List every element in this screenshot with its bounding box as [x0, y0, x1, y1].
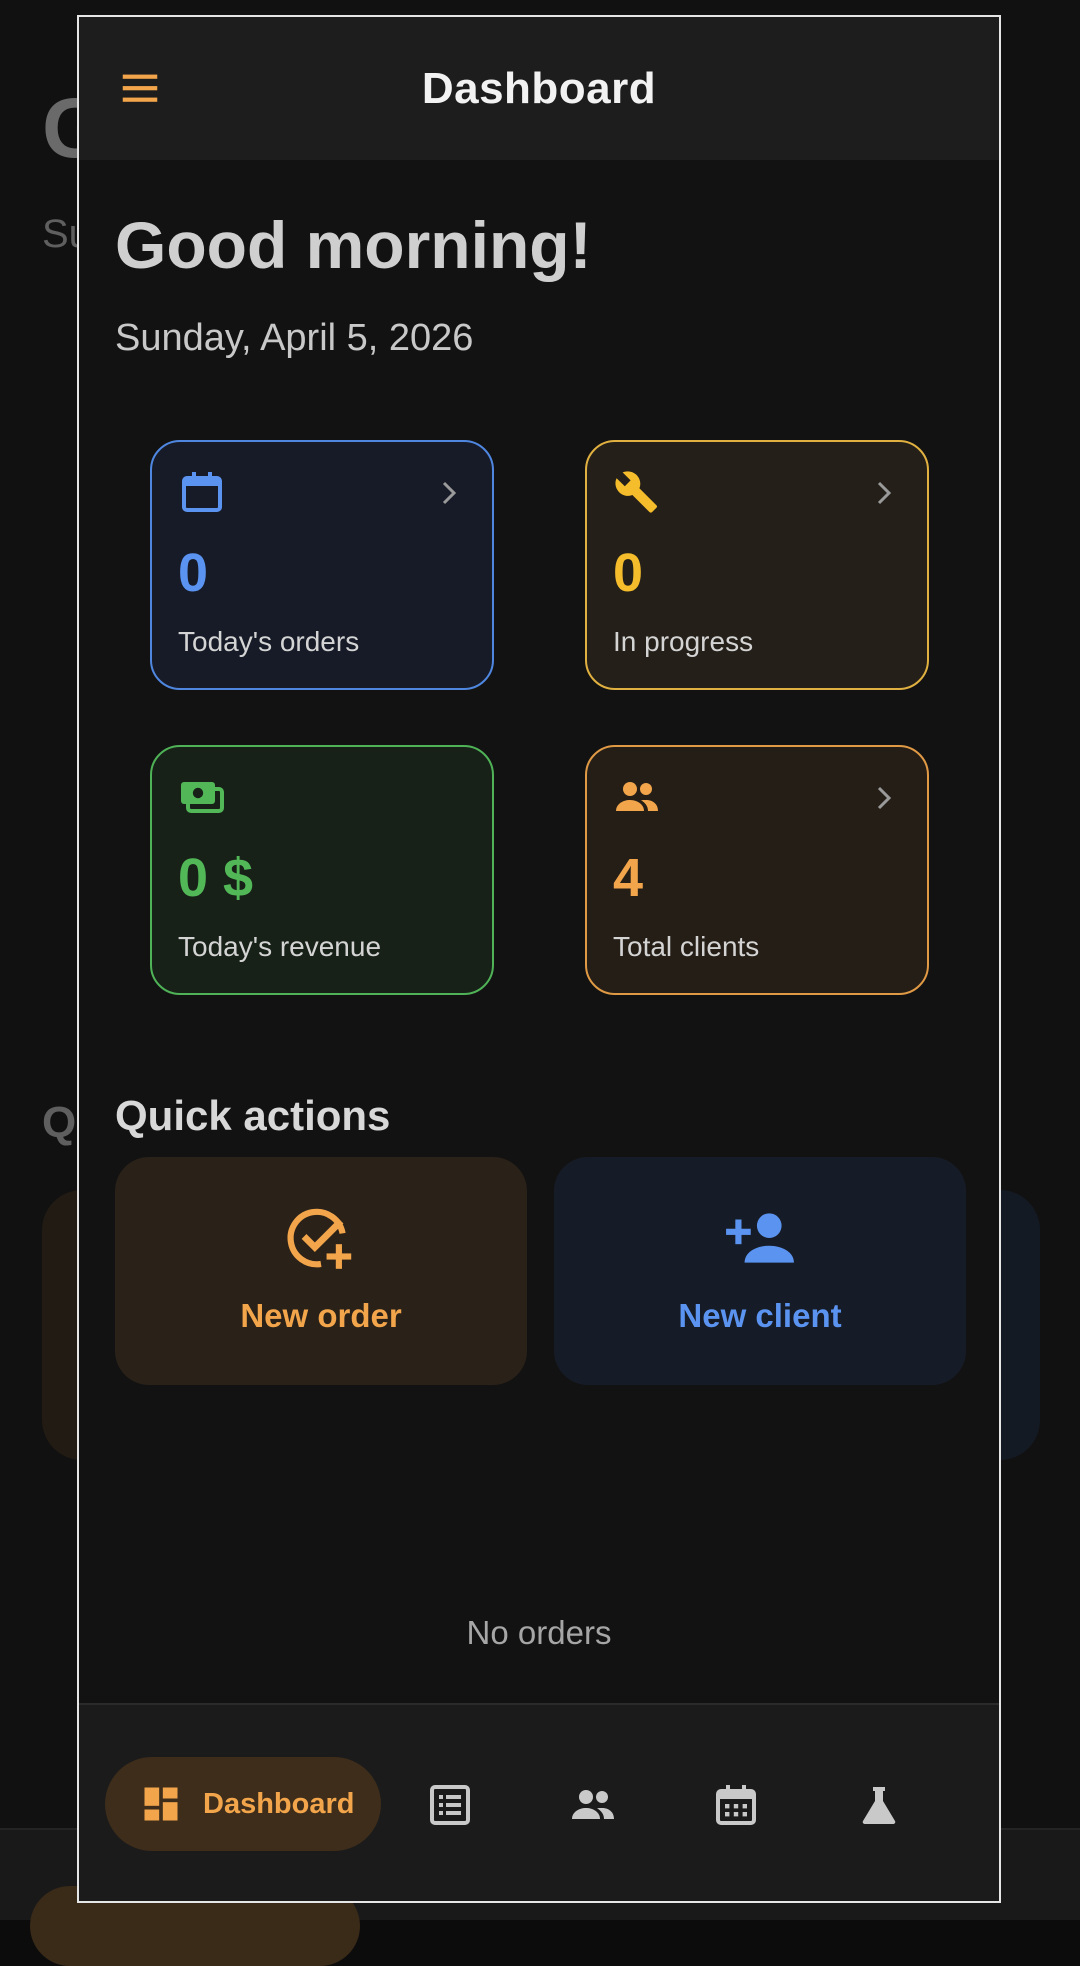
chevron-right-icon [442, 481, 457, 505]
person-add-icon [726, 1213, 794, 1263]
chevron-right-icon [877, 786, 892, 810]
people-icon[interactable] [569, 1781, 617, 1829]
empty-state-text: No orders [466, 1614, 612, 1651]
check-circle-add-icon [287, 1208, 352, 1269]
chevron-right-icon [877, 481, 892, 505]
bottom-navigation: Dashboard [79, 1703, 999, 1901]
app-bar: Dashboard [79, 17, 999, 160]
stat-label: Total clients [613, 931, 760, 962]
calendar-icon [182, 472, 222, 512]
new-client-button[interactable]: New client [554, 1157, 966, 1385]
total-clients-card[interactable]: 4 Total clients [585, 745, 929, 995]
quick-actions-heading: Quick actions [115, 1092, 391, 1139]
new-order-button[interactable]: New order [115, 1157, 527, 1385]
money-icon [181, 782, 224, 813]
page-title: Dashboard [421, 63, 657, 113]
stat-value: 0 $ [178, 848, 254, 908]
nav-item-label: Dashboard [203, 1787, 355, 1820]
stat-label: In progress [613, 626, 754, 657]
hamburger-menu-icon[interactable] [117, 65, 163, 111]
nav-item-dashboard[interactable]: Dashboard [105, 1757, 381, 1851]
flask-icon[interactable] [855, 1781, 903, 1829]
dashboard-icon [144, 1787, 178, 1821]
in-progress-card[interactable]: 0 In progress [585, 440, 929, 690]
people-icon [616, 782, 658, 811]
todays-revenue-card[interactable]: 0 $ Today's revenue [150, 745, 494, 995]
greeting-heading: Good morning! [115, 208, 592, 282]
stat-value: 0 [178, 543, 209, 603]
stat-label: Today's orders [178, 626, 360, 657]
stat-label: Today's revenue [178, 931, 382, 962]
stat-value: 0 [613, 543, 644, 603]
stat-value: 4 [613, 848, 644, 908]
todays-orders-card[interactable]: 0 Today's orders [150, 440, 494, 690]
calendar-grid-icon[interactable] [712, 1781, 760, 1829]
new-order-label: New order [240, 1297, 402, 1334]
current-date: Sunday, April 5, 2026 [115, 317, 474, 359]
app-window: Dashboard Good morning! Sunday, April 5,… [77, 15, 1001, 1903]
wrench-icon [615, 471, 657, 513]
background-section-fragment: Q [42, 1098, 77, 1147]
new-client-label: New client [678, 1297, 842, 1334]
list-icon[interactable] [426, 1781, 474, 1829]
